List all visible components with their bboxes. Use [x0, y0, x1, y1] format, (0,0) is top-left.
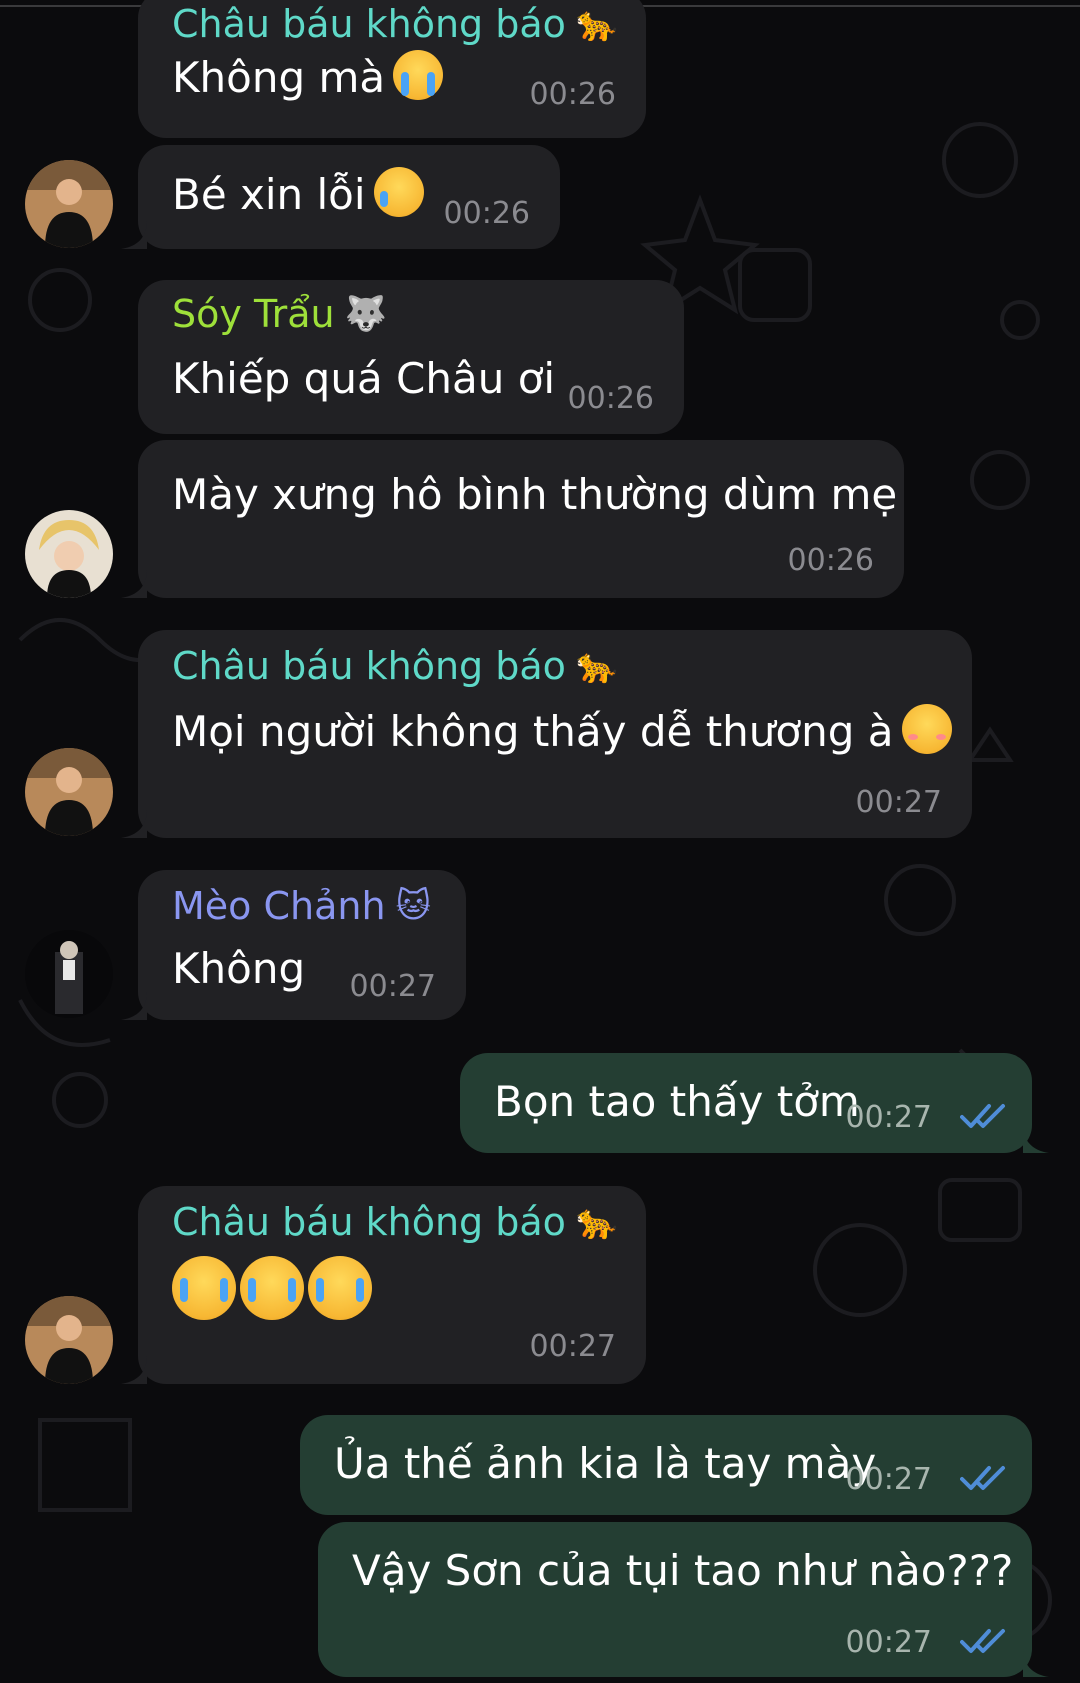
avatar-photo: [25, 510, 113, 598]
message-text: [172, 1256, 376, 1323]
message-time: 00:27: [845, 1100, 932, 1135]
loudly-crying-icon: [393, 50, 444, 100]
avatar-photo: [25, 160, 113, 248]
message-text: Bọn tao thấy tởm: [494, 1077, 860, 1126]
message-text: Mọi người không thấy dễ thương à: [172, 704, 952, 757]
loudly-crying-icon: [308, 1256, 372, 1320]
message-text: Bé xin lỗi: [172, 167, 424, 220]
sender-name[interactable]: Sóy Trẩu 🐺: [172, 292, 387, 336]
bubble-tail: [1023, 1125, 1049, 1153]
leopard-icon: 🐆: [575, 1202, 619, 1242]
read-receipt-icon: [960, 1629, 1005, 1653]
message-bubble[interactable]: Châu báu không báo 🐆 Không mà 00:26: [138, 0, 646, 138]
message-text: Vậy Sơn của tụi tao như nào???: [352, 1546, 1014, 1595]
message-bubble[interactable]: Châu báu không báo 🐆 00:27: [121, 1186, 646, 1384]
message-time: 00:27: [845, 1625, 932, 1660]
message-time: 00:27: [349, 969, 436, 1004]
avatar[interactable]: [25, 160, 113, 248]
read-receipt-icon: [960, 1104, 1005, 1128]
bubble-tail: [121, 570, 147, 598]
message-bubble[interactable]: Sóy Trẩu 🐺 Khiếp quá Châu ơi 00:26: [138, 280, 684, 434]
message-bubble-outgoing[interactable]: Bọn tao thấy tởm 00:27: [460, 1053, 1049, 1153]
message-text: Mày xưng hô bình thường dùm mẹ: [172, 470, 898, 519]
message-bubble[interactable]: Châu báu không báo 🐆 Mọi người không thấy…: [121, 630, 972, 838]
message-bubble[interactable]: Mày xưng hô bình thường dùm mẹ 00:26: [121, 440, 904, 598]
message-time: 00:26: [787, 543, 874, 578]
leopard-icon: 🐆: [575, 646, 619, 686]
message-time: 00:26: [567, 381, 654, 416]
leopard-icon: 🐆: [575, 4, 619, 44]
message-bubble[interactable]: Bé xin lỗi 00:26: [121, 145, 560, 249]
avatar[interactable]: [25, 930, 113, 1018]
sender-name[interactable]: Mèo Chảnh 🐱: [172, 884, 431, 928]
avatar-photo: [25, 1296, 113, 1384]
cat-icon: 🐱: [395, 886, 432, 926]
message-time: 00:27: [529, 1329, 616, 1364]
smiling-face-icon: [901, 704, 952, 754]
bubble-tail: [1023, 1649, 1049, 1677]
message-text: Khiếp quá Châu ơi: [172, 354, 556, 403]
message-text: Ủa thế ảnh kia là tay mày: [334, 1439, 877, 1488]
avatar[interactable]: [25, 1296, 113, 1384]
message-bubble-outgoing[interactable]: Vậy Sơn của tụi tao như nào??? 00:27: [318, 1522, 1049, 1677]
message-time: 00:26: [443, 196, 530, 231]
crying-face-icon: [373, 167, 424, 217]
wolf-icon: 🐺: [344, 294, 387, 334]
avatar-photo: [25, 748, 113, 836]
sender-name[interactable]: Châu báu không báo 🐆: [172, 644, 618, 688]
sender-name[interactable]: Châu báu không báo 🐆: [172, 2, 618, 46]
message-time: 00:27: [855, 785, 942, 820]
avatar[interactable]: [25, 748, 113, 836]
message-time: 00:26: [529, 77, 616, 112]
bubble-tail: [121, 221, 147, 249]
message-text: Không mà: [172, 50, 444, 103]
avatar-photo: [25, 930, 113, 1018]
message-bubble[interactable]: Mèo Chảnh 🐱 Không 00:27: [121, 870, 466, 1020]
read-receipt-icon: [960, 1466, 1005, 1490]
avatar[interactable]: [25, 510, 113, 598]
loudly-crying-icon: [240, 1256, 304, 1320]
loudly-crying-icon: [172, 1256, 236, 1320]
message-time: 00:27: [845, 1462, 932, 1497]
bubble-tail: [121, 1356, 147, 1384]
message-bubble-outgoing[interactable]: Ủa thế ảnh kia là tay mày 00:27: [300, 1415, 1032, 1515]
bubble-tail: [121, 810, 147, 838]
sender-name[interactable]: Châu báu không báo 🐆: [172, 1200, 618, 1244]
bubble-tail: [121, 992, 147, 1020]
message-text: Không: [172, 944, 306, 993]
